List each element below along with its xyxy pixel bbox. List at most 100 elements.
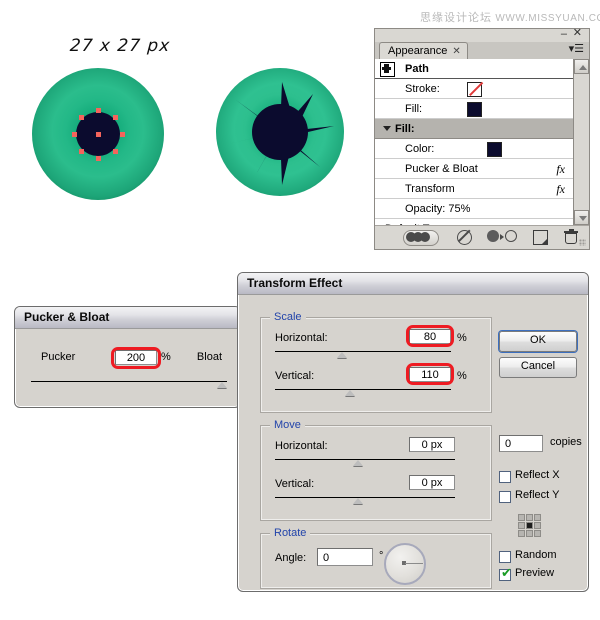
new-art-has-basic-appearance-icon[interactable] (403, 230, 439, 246)
pucker-and-bloat-dialog[interactable]: Pucker & Bloat Pucker 200 % Bloat (14, 306, 241, 408)
move-legend: Move (270, 419, 305, 431)
color-swatch[interactable] (487, 142, 502, 157)
pucker-slider-thumb[interactable] (217, 382, 227, 388)
scale-group: Scale Horizontal: 80 % Vertical: 110 % (260, 311, 492, 413)
appearance-row-label: Stroke: (405, 83, 440, 95)
close-icon[interactable]: ✕ (573, 28, 582, 39)
reduce-to-basic-appearance-icon[interactable] (487, 230, 517, 243)
move-horizontal-label: Horizontal: (275, 440, 328, 452)
reflect-x-checkbox[interactable] (499, 471, 511, 483)
scale-vertical-unit: % (457, 370, 467, 382)
checkmark-icon: ✔ (501, 565, 512, 580)
scale-horizontal-label: Horizontal: (275, 332, 328, 344)
scale-horizontal-input[interactable]: 80 (409, 329, 451, 344)
watermark-url: WWW.MISSYUAN.COM (495, 13, 600, 24)
rotate-dial[interactable] (384, 543, 426, 585)
degree-sign: ° (379, 550, 384, 562)
appearance-row-label: Opacity: 75% (405, 203, 471, 215)
clear-appearance-icon[interactable] (457, 229, 472, 245)
appearance-row-label: Fill: (405, 103, 423, 115)
stroke-none-swatch[interactable] (467, 81, 483, 97)
appearance-row-label: Pucker & Bloat (405, 163, 478, 175)
panel-title-bar: – ✕ (375, 28, 589, 42)
preview-checkbox[interactable]: ✔ (499, 565, 512, 581)
transform-dialog-title: Transform Effect (238, 273, 588, 295)
appearance-row-fill-group[interactable]: Fill: (375, 119, 573, 139)
reflect-y-label: Reflect Y (515, 489, 560, 501)
minimize-icon[interactable]: – (561, 29, 567, 40)
move-vertical-slider-thumb[interactable] (353, 498, 363, 504)
panel-footer-toolbar (375, 225, 589, 249)
panel-menu-icon[interactable]: ▾☰ (569, 44, 584, 55)
appearance-panel[interactable]: – ✕ Appearance ✕ ▾☰ Path Stroke: Fill: Fi… (374, 28, 590, 250)
scroll-up-icon[interactable] (574, 59, 589, 74)
rotate-angle-label: Angle: (275, 552, 307, 564)
transform-dialog-body: Scale Horizontal: 80 % Vertical: 110 % M… (238, 295, 588, 591)
fill-color-swatch[interactable] (467, 102, 482, 117)
appearance-row-fill[interactable]: Fill: (375, 99, 573, 119)
appearance-row-label: Fill: (395, 123, 415, 135)
scale-vertical-label: Vertical: (275, 370, 315, 382)
move-vertical-input[interactable]: 0 px (409, 475, 455, 490)
anchor-point (96, 108, 101, 113)
move-vertical-label: Vertical: (275, 478, 315, 490)
tab-close-icon[interactable]: ✕ (452, 46, 460, 57)
move-horizontal-slider-track[interactable] (275, 459, 455, 460)
pucker-value-input[interactable]: 200 (115, 350, 157, 365)
random-label: Random (515, 549, 557, 561)
tab-appearance-label: Appearance (388, 45, 448, 57)
move-horizontal-slider-thumb[interactable] (353, 460, 363, 466)
scale-vertical-slider-thumb[interactable] (345, 390, 355, 396)
appearance-row-stroke[interactable]: Stroke: (375, 79, 573, 99)
ok-button[interactable]: OK (499, 331, 577, 352)
tab-appearance[interactable]: Appearance ✕ (379, 42, 468, 60)
reflect-y-checkbox[interactable] (499, 491, 511, 503)
scale-vertical-input[interactable]: 110 (409, 367, 451, 382)
triangle-down-icon[interactable] (383, 126, 391, 131)
move-vertical-slider-track[interactable] (275, 497, 455, 498)
anchor-point (72, 132, 77, 137)
fx-icon[interactable]: fx (556, 179, 565, 199)
anchor-point (113, 115, 118, 120)
pucker-percent-sign: % (161, 351, 171, 363)
preview-label: Preview (515, 567, 555, 579)
pucker-label: Pucker (41, 351, 76, 363)
path-target-icon (380, 62, 395, 77)
resize-grip[interactable] (579, 239, 586, 246)
fx-icon[interactable]: fx (556, 159, 565, 179)
scale-horizontal-unit: % (457, 332, 467, 344)
anchor-point (113, 149, 118, 154)
scale-horizontal-slider-thumb[interactable] (337, 352, 347, 358)
move-horizontal-input[interactable]: 0 px (409, 437, 455, 452)
rotate-legend: Rotate (270, 527, 311, 539)
copies-input[interactable]: 0 (499, 435, 543, 452)
rotate-angle-input[interactable]: 0 (317, 548, 373, 566)
appearance-row-pucker-bloat[interactable]: Pucker & Bloat fx (375, 159, 573, 179)
panel-scrollbar[interactable] (573, 59, 589, 225)
scale-vertical-slider-track[interactable] (275, 389, 451, 390)
random-checkbox[interactable] (499, 551, 511, 563)
watermark: 思缘设计论坛 WWW.MISSYUAN.COM (420, 9, 600, 24)
cancel-button[interactable]: Cancel (499, 357, 577, 378)
appearance-row-label: Path (405, 63, 429, 75)
pupil-spikes-after-effect (228, 82, 334, 185)
reference-point-selector[interactable] (519, 515, 541, 537)
transform-effect-dialog[interactable]: Transform Effect Scale Horizontal: 80 % … (237, 272, 589, 592)
bloat-label: Bloat (196, 351, 222, 363)
anchor-point (79, 149, 84, 154)
move-group: Move Horizontal: 0 px Vertical: 0 px (260, 419, 492, 521)
pucker-dialog-body: Pucker 200 % Bloat (15, 329, 240, 407)
appearance-row-transform[interactable]: Transform fx (375, 179, 573, 199)
appearance-row-path[interactable]: Path (375, 59, 573, 79)
anchor-point (96, 156, 101, 161)
appearance-row-opacity[interactable]: Opacity: 75% (375, 199, 573, 219)
panel-tab-row: Appearance ✕ ▾☰ (375, 42, 589, 60)
scroll-down-icon[interactable] (574, 210, 589, 225)
duplicate-item-icon[interactable] (533, 230, 548, 245)
scale-horizontal-slider-track[interactable] (275, 351, 451, 352)
pucker-slider-track[interactable] (31, 381, 227, 382)
anchor-point (79, 115, 84, 120)
trash-icon[interactable] (564, 229, 578, 244)
scale-legend: Scale (270, 311, 306, 323)
appearance-row-color[interactable]: Color: (375, 139, 573, 159)
